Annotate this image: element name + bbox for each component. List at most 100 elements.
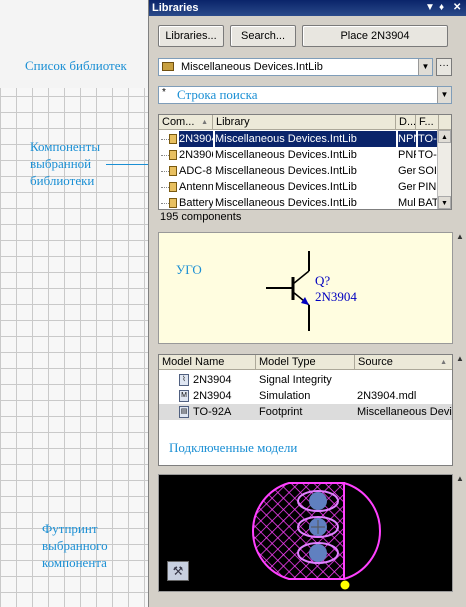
column-description[interactable]: D... [396, 115, 416, 130]
component-description: NPN [398, 131, 416, 147]
model-type: Footprint [259, 406, 303, 418]
panel-pin-icon[interactable]: ♦ [439, 0, 444, 16]
component-description: Gen [398, 181, 416, 193]
sort-asc-icon: ▲ [201, 119, 208, 126]
tree-connector [161, 171, 169, 172]
footprint-preview: ⚒ [158, 474, 453, 592]
tree-connector [161, 139, 169, 140]
footprint-icon: ▤ [179, 406, 189, 418]
models-table: Model Name Model Type Source ▲ ⌇ 2N3904 Sig… [158, 354, 453, 466]
components-header: Com... ▲ Library D... F... [159, 115, 451, 130]
column-model-type[interactable]: Model Type [256, 355, 355, 370]
models-header: Model Name Model Type Source ▲ [159, 355, 452, 370]
component-name: 2N3904 [179, 131, 213, 147]
component-library: Miscellaneous Devices.IntLib [215, 165, 357, 177]
model-row[interactable]: ⌇ 2N3904 Signal Integrity [159, 372, 452, 388]
tree-connector [161, 155, 169, 156]
component-description: PNP [398, 149, 416, 161]
search-button[interactable]: Search... [230, 25, 296, 47]
column-component[interactable]: Com... ▲ [159, 115, 213, 130]
footprint-drawing [252, 482, 381, 590]
annotation-models: Подключенные модели [169, 440, 298, 455]
scroll-up-icon[interactable]: ▲ [438, 130, 451, 143]
component-row[interactable]: ADC-8Miscellaneous Devices.IntLibGenSOIC [159, 163, 451, 179]
component-description: Mul [398, 197, 416, 209]
column-source[interactable]: Source ▲ [355, 355, 452, 370]
model-source [357, 372, 452, 388]
annotation-library-list: Список библиотек [25, 58, 127, 73]
canvas-header-strip [0, 0, 148, 88]
model-name: 2N3904 [193, 374, 232, 386]
tree-connector [161, 203, 169, 204]
component-icon [169, 182, 177, 192]
footprint-3d-icon[interactable]: ⚒ [167, 561, 189, 581]
annotation-components-line3: библиотеки [30, 173, 95, 188]
component-library: Miscellaneous Devices.IntLib [215, 197, 357, 209]
transistor-symbol: Q? 2N3904 [266, 251, 357, 331]
library-icon [162, 62, 174, 71]
model-type: Signal Integrity [259, 374, 332, 386]
models-expand-icon[interactable]: ▲ [455, 354, 465, 364]
component-name: 2N3906 [179, 149, 213, 161]
component-library: Miscellaneous Devices.IntLib [215, 131, 396, 147]
column-footprint[interactable]: F... [416, 115, 439, 130]
annotation-footprint-line3: компонента [42, 555, 107, 570]
component-row[interactable]: AntennaMiscellaneous Devices.IntLibGenPI… [159, 179, 451, 195]
tree-connector [161, 187, 169, 188]
model-source: 2N3904.mdl [357, 390, 417, 402]
filter-asterisk: * [162, 87, 166, 98]
annotation-components-line2: выбранной [30, 156, 92, 171]
filter-hint: Строка поиска [177, 87, 258, 102]
sort-asc-icon: ▲ [440, 359, 447, 366]
component-description: Gen [398, 165, 416, 177]
component-icon [169, 198, 177, 208]
libraries-panel: Libraries ▼ ♦ ✕ Libraries... Search... P… [148, 0, 466, 607]
model-type: Simulation [259, 390, 311, 402]
component-library: Miscellaneous Devices.IntLib [215, 181, 357, 193]
filter-dropdown-icon[interactable]: ▼ [437, 87, 451, 103]
component-library: Miscellaneous Devices.IntLib [215, 149, 357, 161]
symbol-part: 2N3904 [315, 289, 357, 304]
library-select-value: Miscellaneous Devices.IntLib [181, 61, 323, 73]
model-name: TO-92A [193, 406, 232, 418]
signal-integrity-icon: ⌇ [179, 374, 189, 386]
annotation-footprint: Футпринт выбранного компонента [42, 520, 108, 571]
annotation-footprint-line2: выбранного [42, 538, 108, 553]
symbol-preview: УГО Q? 2N3904 [158, 232, 453, 344]
annotation-footprint-line1: Футпринт [42, 521, 98, 536]
component-name: ADC-8 [179, 165, 213, 177]
footprint-expand-icon[interactable]: ▲ [455, 474, 465, 484]
symbol-expand-icon[interactable]: ▲ [455, 232, 465, 242]
symbol-designator: Q? [315, 273, 330, 288]
model-row[interactable]: ▤ TO-92A Footprint Miscellaneous Devices [159, 404, 452, 420]
component-icon [169, 134, 177, 144]
component-row[interactable]: Battery Miscellaneous Devices.IntLib Mul BA… [159, 195, 451, 209]
simulation-icon: M [179, 390, 189, 402]
component-row[interactable]: 2N3904Miscellaneous Devices.IntLibNPNTO-… [159, 131, 451, 147]
library-more-button[interactable]: ··· [436, 58, 452, 76]
libraries-button[interactable]: Libraries... [158, 25, 224, 47]
chevron-down-icon[interactable]: ▼ [418, 59, 432, 75]
place-button[interactable]: Place 2N3904 [302, 25, 448, 47]
model-name: 2N3904 [193, 390, 232, 402]
model-row[interactable]: M 2N3904 Simulation 2N3904.mdl [159, 388, 452, 404]
component-icon [169, 150, 177, 160]
component-icon [169, 166, 177, 176]
column-library[interactable]: Library [213, 115, 396, 130]
annotation-components-line1: Компоненты [30, 139, 101, 154]
library-select[interactable]: Miscellaneous Devices.IntLib ▼ [158, 58, 433, 76]
components-scrollbar[interactable]: ▲ ▼ [437, 130, 451, 209]
filter-input[interactable]: * Строка поиска ▼ [158, 86, 452, 104]
panel-close-icon[interactable]: ✕ [453, 0, 461, 16]
component-count: 195 components [160, 211, 242, 223]
components-table: Com...▲ Library D... F... 2N3904Miscella… [158, 114, 452, 210]
panel-titlebar: Libraries ▼ ♦ ✕ [149, 0, 466, 16]
component-name: Antenna [179, 181, 213, 193]
component-name: Battery [179, 197, 213, 209]
annotation-components: Компоненты выбранной библиотеки [30, 138, 100, 189]
component-row[interactable]: 2N3906Miscellaneous Devices.IntLibPNPTO-… [159, 147, 451, 163]
scroll-down-icon[interactable]: ▼ [438, 196, 451, 209]
column-model-name[interactable]: Model Name [159, 355, 256, 370]
panel-title: Libraries [152, 2, 199, 14]
panel-menu-icon[interactable]: ▼ [425, 0, 435, 16]
